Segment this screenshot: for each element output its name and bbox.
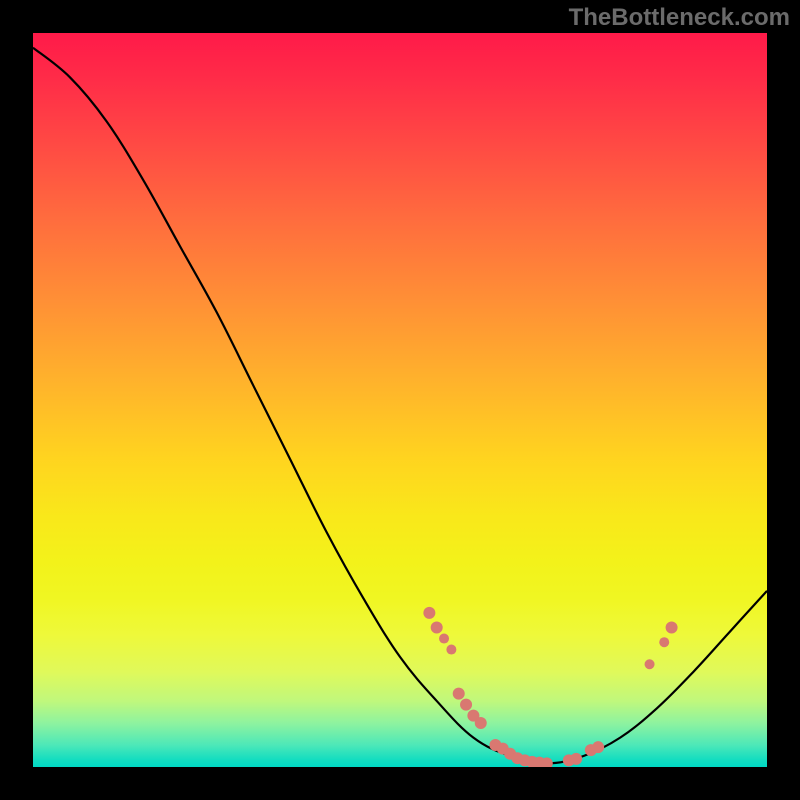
datapoint bbox=[475, 717, 487, 729]
datapoint bbox=[592, 741, 604, 753]
datapoint bbox=[446, 645, 456, 655]
datapoint bbox=[423, 607, 435, 619]
datapoint-group bbox=[423, 607, 677, 767]
datapoint bbox=[666, 622, 678, 634]
datapoint bbox=[570, 753, 582, 765]
chart-container: TheBottleneck.com bbox=[0, 0, 800, 800]
datapoint bbox=[460, 699, 472, 711]
watermark-text: TheBottleneck.com bbox=[569, 4, 790, 32]
datapoint bbox=[439, 634, 449, 644]
datapoint bbox=[431, 622, 443, 634]
datapoint bbox=[659, 637, 669, 647]
datapoint bbox=[645, 659, 655, 669]
bottleneck-curve bbox=[33, 48, 767, 764]
curve-svg bbox=[33, 33, 767, 767]
plot-area bbox=[33, 33, 767, 767]
datapoint bbox=[453, 688, 465, 700]
